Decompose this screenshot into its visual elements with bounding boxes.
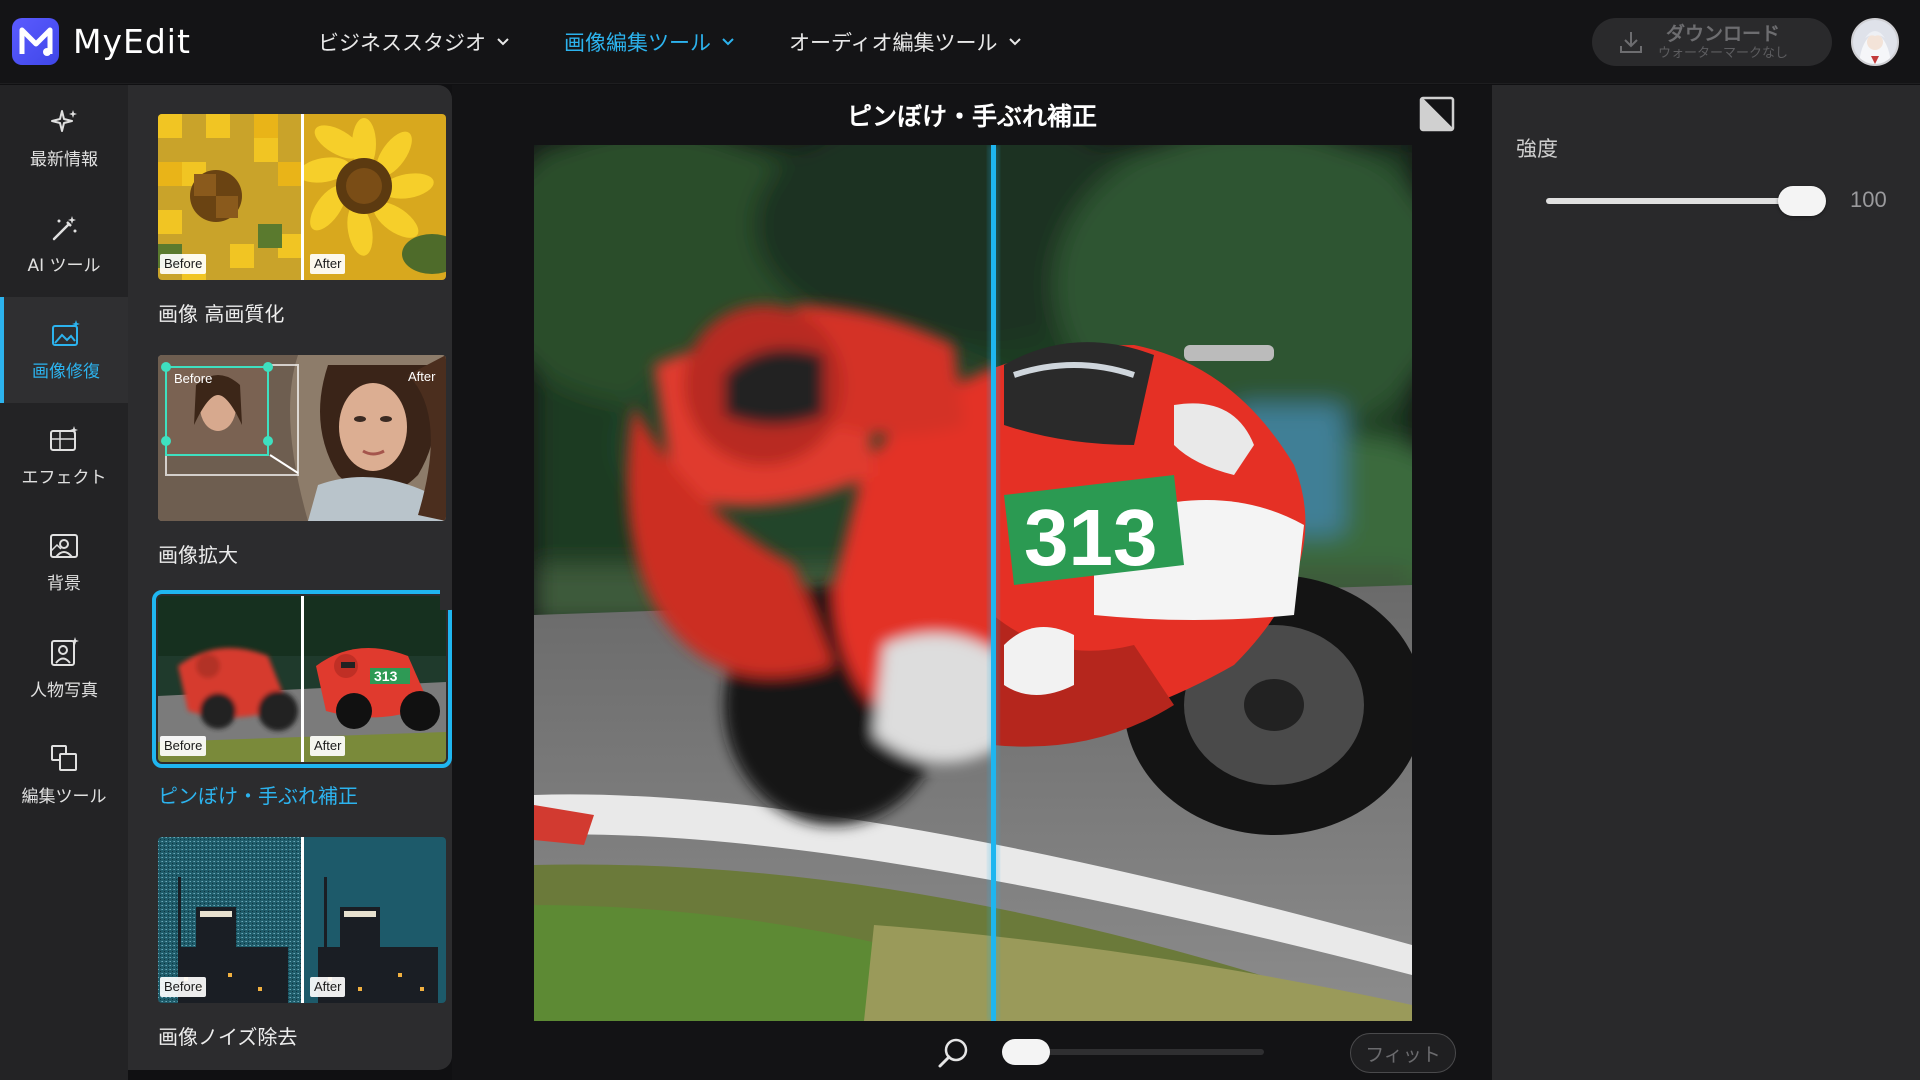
download-sublabel: ウォーターマークなし xyxy=(1658,45,1789,61)
before-tag: Before xyxy=(160,736,207,756)
compare-icon xyxy=(1419,96,1455,132)
tool-thumbnail: 313 Before After xyxy=(152,590,452,768)
sparkle-icon xyxy=(51,109,77,132)
app-logo[interactable]: MyEdit xyxy=(12,18,191,65)
before-tag: Before xyxy=(174,371,213,386)
tools-panel: Before After 画像 高画質化 Before After 画像拡大 3… xyxy=(128,85,452,1070)
before-tag: Before xyxy=(160,254,207,274)
effect-icon xyxy=(50,425,78,451)
rail-item-background[interactable]: 背景 xyxy=(0,509,128,615)
main-nav: ビジネススタジオ 画像編集ツール オーディオ編集ツール xyxy=(318,0,1076,84)
top-bar: MyEdit ビジネススタジオ 画像編集ツール オーディオ編集ツール ダウンロー… xyxy=(0,0,1920,84)
category-rail: 最新情報 AI ツール 画像修復 エフェクト 背景 人物写真 編集ツール xyxy=(0,85,128,1080)
tool-thumbnail: Before After xyxy=(158,355,446,521)
nav-image-edit-tools[interactable]: 画像編集ツール xyxy=(564,27,735,57)
chevron-down-icon xyxy=(497,38,509,46)
nav-audio-edit-tools[interactable]: オーディオ編集ツール xyxy=(789,27,1022,57)
tool-thumbnail: Before After xyxy=(158,837,446,1003)
bike-race-number: 313 xyxy=(1024,493,1157,582)
before-tag: Before xyxy=(160,977,207,997)
background-icon xyxy=(50,533,78,558)
strength-label: 強度 xyxy=(1516,137,1558,161)
tool-card-enhance[interactable]: Before After 画像 高画質化 xyxy=(158,114,446,327)
user-avatar[interactable] xyxy=(1851,18,1899,66)
search-zoom-icon[interactable] xyxy=(937,1036,971,1070)
image-repair-icon xyxy=(52,319,80,346)
tool-card-deblur[interactable]: 313 Before After ピンぼけ・手ぶれ補正 xyxy=(152,590,452,809)
settings-panel: 強度 100 xyxy=(1492,85,1920,1080)
myedit-logo-icon xyxy=(12,18,59,65)
chevron-down-icon xyxy=(722,38,734,46)
after-tag: After xyxy=(310,736,346,756)
after-tag: After xyxy=(408,369,436,384)
zoom-controls: フィット xyxy=(452,1025,1492,1075)
compare-toggle-button[interactable] xyxy=(1418,95,1456,137)
nav-business-studio[interactable]: ビジネススタジオ xyxy=(318,27,510,57)
tool-thumbnail: Before After xyxy=(158,114,446,280)
download-label: ダウンロード xyxy=(1666,22,1781,45)
svg-text:313: 313 xyxy=(374,668,398,684)
strength-slider-thumb[interactable] xyxy=(1778,186,1826,216)
tool-card-enlarge[interactable]: Before After 画像拡大 xyxy=(158,355,446,568)
chevron-down-icon xyxy=(1008,38,1021,46)
avatar-icon xyxy=(1853,20,1897,64)
canvas-title: ピンぼけ・手ぶれ補正 xyxy=(846,102,1097,131)
tool-label: 画像 高画質化 xyxy=(158,302,285,326)
rail-item-edit-tools[interactable]: 編集ツール xyxy=(0,721,128,827)
rail-item-effects[interactable]: エフェクト xyxy=(0,403,128,509)
preview-image[interactable]: 313 xyxy=(534,145,1412,1021)
canvas-area: ピンぼけ・手ぶれ補正 313 フィット xyxy=(452,85,1492,1080)
fit-button[interactable]: フィット xyxy=(1350,1033,1456,1073)
rail-item-news[interactable]: 最新情報 xyxy=(0,85,128,191)
edit-tools-icon xyxy=(51,744,77,771)
download-icon xyxy=(1620,32,1642,53)
app-name: MyEdit xyxy=(73,22,191,61)
tool-label: ピンぼけ・手ぶれ補正 xyxy=(158,784,358,808)
zoom-slider-thumb[interactable] xyxy=(1002,1039,1050,1065)
rail-item-image-repair[interactable]: 画像修復 xyxy=(0,297,128,403)
rail-item-portrait[interactable]: 人物写真 xyxy=(0,615,128,721)
download-button[interactable]: ダウンロード ウォーターマークなし xyxy=(1592,18,1832,66)
magic-wand-icon xyxy=(52,215,77,240)
tool-label: 画像ノイズ除去 xyxy=(158,1025,298,1049)
strength-value: 100 xyxy=(1850,187,1887,212)
after-tag: After xyxy=(310,254,346,274)
after-tag: After xyxy=(310,977,346,997)
rail-item-ai-tools[interactable]: AI ツール xyxy=(0,191,128,297)
tool-label: 画像拡大 xyxy=(158,543,238,567)
tool-card-denoise[interactable]: Before After 画像ノイズ除去 xyxy=(158,837,446,1050)
portrait-icon xyxy=(51,636,79,666)
